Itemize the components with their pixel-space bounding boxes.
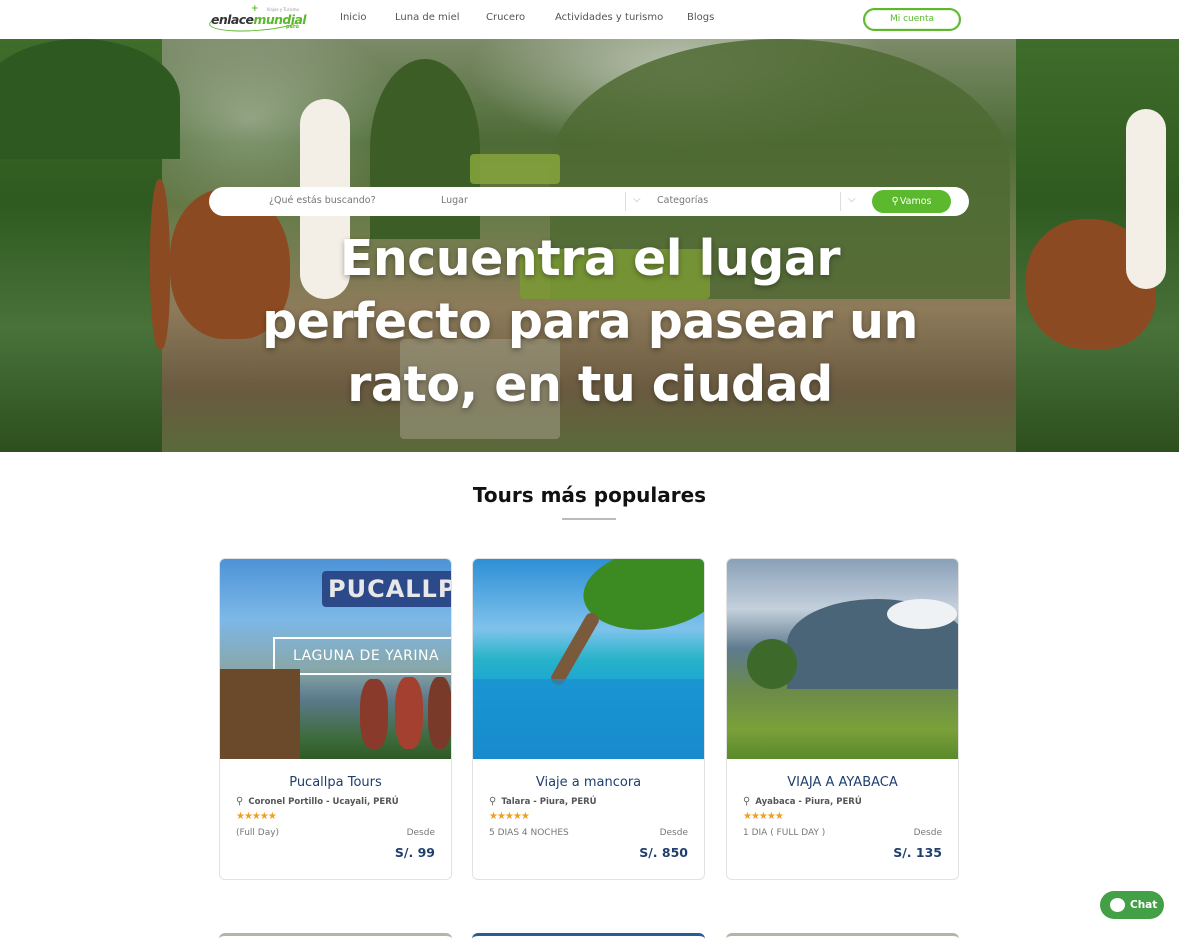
chevron-down-icon[interactable]: ⌵ — [633, 194, 641, 205]
tour-location: ⚲ Ayabaca - Piura, PERÚ — [743, 796, 862, 807]
price-from-label: Desde — [659, 828, 688, 838]
price-from-label: Desde — [406, 828, 435, 838]
nav-crucero[interactable]: Crucero — [486, 12, 525, 23]
pool-shape — [473, 679, 704, 759]
search-go-button[interactable]: ⚲Vamos — [872, 190, 951, 213]
price-from-label: Desde — [913, 828, 942, 838]
search-place-select[interactable]: Lugar — [441, 195, 468, 206]
chevron-down-icon[interactable]: ⌵ — [848, 194, 856, 205]
pucallpa-sign: PUCALLPA — [322, 571, 451, 607]
hero-side-image-left — [0, 39, 180, 452]
nav-luna-de-miel[interactable]: Luna de miel — [395, 12, 460, 23]
section-title: Tours más populares — [472, 483, 707, 507]
tour-price: S/. 135 — [893, 845, 942, 860]
tour-location: ⚲ Talara - Piura, PERÚ — [489, 796, 597, 807]
dock-shape — [220, 669, 300, 759]
tour-image-mancora[interactable] — [473, 559, 704, 759]
tour-location: ⚲ Coronel Portillo - Ucayali, PERÚ — [236, 796, 399, 807]
rating-stars-icon: ★★★★★ — [489, 811, 530, 822]
tour-title[interactable]: Viaje a mancora — [473, 775, 704, 790]
palm-leaves-shape — [578, 559, 704, 639]
brand-logo[interactable]: + Viajes y Turismo enlacemundial perú — [208, 4, 307, 35]
hero-side-image-right — [1016, 39, 1179, 452]
rating-stars-icon: ★★★★★ — [236, 811, 277, 822]
nav-inicio[interactable]: Inicio — [340, 12, 366, 23]
tour-duration: 1 DIA ( FULL DAY ) — [743, 828, 826, 838]
tour-duration: 5 DIAS 4 NOCHES — [489, 828, 569, 838]
divider — [840, 192, 841, 211]
location-pin-icon: ⚲ — [489, 796, 497, 807]
tour-card-ayabaca[interactable]: VIAJA A AYABACA ⚲ Ayabaca - Piura, PERÚ ★… — [726, 558, 959, 880]
boat-shape — [428, 677, 451, 749]
chat-button[interactable]: Chat — [1100, 891, 1164, 919]
search-icon: ⚲ — [891, 196, 899, 207]
rating-stars-icon: ★★★★★ — [743, 811, 784, 822]
hero-banner: ¿Qué estás buscando? Lugar ⌵ Categorías … — [0, 39, 1179, 452]
tour-image-pucallpa[interactable]: PUCALLPA LAGUNA DE YARINA — [220, 559, 451, 759]
logo-country: perú — [286, 24, 299, 30]
llama-shape — [150, 179, 170, 349]
tour-title[interactable]: VIAJA A AYABACA — [727, 775, 958, 790]
tour-card-next-row[interactable] — [726, 933, 959, 939]
tour-card-mancora[interactable]: Viaje a mancora ⚲ Talara - Piura, PERÚ ★★… — [472, 558, 705, 880]
divider — [625, 192, 626, 211]
location-pin-icon: ⚲ — [743, 796, 751, 807]
chat-bubble-icon — [1110, 898, 1125, 912]
nav-blogs[interactable]: Blogs — [687, 12, 714, 23]
tour-duration: (Full Day) — [236, 828, 280, 838]
terrace-shape — [470, 154, 560, 184]
boat-shape — [395, 677, 423, 749]
search-what-input[interactable]: ¿Qué estás buscando? — [269, 195, 376, 206]
tour-title[interactable]: Pucallpa Tours — [220, 775, 451, 790]
tour-price: S/. 99 — [394, 845, 435, 860]
section-divider — [562, 518, 616, 520]
palm-trunk-shape — [548, 610, 602, 688]
tour-card-next-row[interactable] — [219, 933, 452, 939]
hero-title: Encuentra el lugar perfecto para pasear … — [262, 230, 918, 413]
site-header: + Viajes y Turismo enlacemundial perú In… — [0, 0, 1179, 39]
llama-neck-shape — [1126, 109, 1166, 289]
my-account-button[interactable]: Mi cuenta — [863, 8, 961, 31]
search-bar: ¿Qué estás buscando? Lugar ⌵ Categorías … — [209, 187, 969, 216]
tour-price: S/. 850 — [639, 845, 688, 860]
hill-shape — [0, 39, 180, 159]
location-pin-icon: ⚲ — [236, 796, 244, 807]
tour-card-next-row[interactable] — [472, 933, 705, 939]
tree-shape — [747, 639, 797, 689]
tour-image-ayabaca[interactable] — [727, 559, 958, 759]
nav-actividades-turismo[interactable]: Actividades y turismo — [555, 12, 663, 23]
cloud-shape — [887, 599, 957, 629]
boat-shape — [360, 679, 388, 749]
search-category-select[interactable]: Categorías — [657, 195, 708, 206]
tour-card-pucallpa[interactable]: PUCALLPA LAGUNA DE YARINA Pucallpa Tours… — [219, 558, 452, 880]
